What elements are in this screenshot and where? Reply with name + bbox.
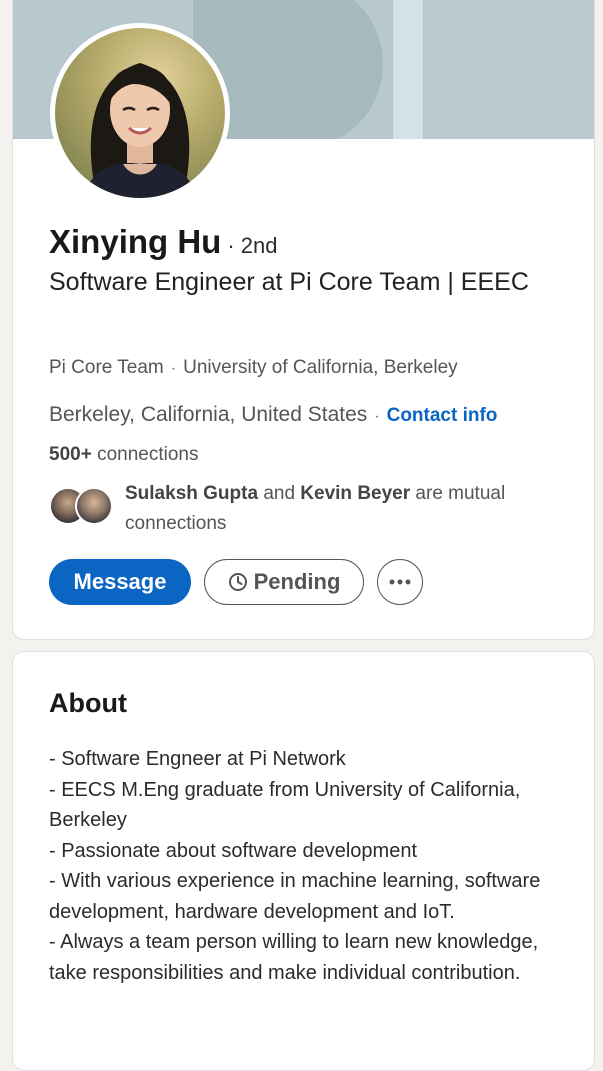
message-button[interactable]: Message bbox=[49, 559, 191, 605]
mutual-name-1: Sulaksh Gupta bbox=[125, 483, 259, 504]
profile-card: Xinying Hu · 2nd Software Engineer at Pi… bbox=[12, 0, 595, 640]
location-row: Berkeley, California, United States · Co… bbox=[49, 403, 497, 427]
education-link[interactable]: University of California, Berkeley bbox=[183, 357, 458, 378]
clock-icon bbox=[228, 572, 248, 592]
connections-label: connections bbox=[97, 444, 199, 465]
about-line: - EECS M.Eng graduate from University of… bbox=[49, 778, 521, 832]
about-card: About - Software Engneer at Pi Network -… bbox=[12, 651, 595, 1071]
headline-text: Software Engineer at Pi Core Team | EEEC bbox=[49, 268, 529, 296]
current-company-link[interactable]: Pi Core Team bbox=[49, 357, 164, 378]
separator-dot: · bbox=[170, 360, 177, 377]
mutual-connections-text: Sulaksh Gupta and Kevin Beyer are mutual… bbox=[125, 479, 565, 539]
contact-info-link[interactable]: Contact info bbox=[387, 405, 498, 427]
profile-actions: Message Pending bbox=[49, 559, 423, 605]
separator-dot-2: · bbox=[374, 408, 380, 425]
profile-photo-icon bbox=[81, 63, 199, 198]
banner-panel bbox=[425, 0, 594, 139]
connection-degree: · 2nd bbox=[227, 233, 278, 258]
about-line: - Always a team person willing to learn … bbox=[49, 931, 539, 984]
connections-number: 500+ bbox=[49, 444, 92, 465]
location-text: Berkeley, California, United States bbox=[49, 403, 368, 426]
about-title: About bbox=[49, 688, 127, 718]
name-row: Xinying Hu · 2nd bbox=[49, 223, 278, 261]
mutual-avatar-2 bbox=[75, 487, 113, 525]
about-line: - Software Engneer at Pi Network bbox=[49, 748, 346, 770]
about-line: - With various experience in machine lea… bbox=[49, 870, 541, 923]
mutual-connections[interactable]: Sulaksh Gupta and Kevin Beyer are mutual… bbox=[49, 479, 569, 534]
mutual-and: and bbox=[263, 483, 296, 504]
profile-headline: Software Engineer at Pi Core Team | EEEC bbox=[49, 265, 569, 300]
profile-name: Xinying Hu bbox=[49, 223, 222, 260]
pending-button[interactable]: Pending bbox=[204, 559, 364, 605]
mutual-name-2: Kevin Beyer bbox=[300, 483, 411, 504]
company-school-row: Pi Core Team · University of California, B… bbox=[49, 357, 458, 379]
more-icon bbox=[389, 579, 411, 585]
more-actions-button[interactable] bbox=[377, 559, 423, 605]
about-line: - Passionate about software development bbox=[49, 839, 417, 862]
pending-label: Pending bbox=[253, 569, 341, 594]
banner-stripe bbox=[393, 0, 423, 139]
about-text[interactable]: - Software Engneer at Pi Network - EECS … bbox=[49, 744, 569, 988]
connections-count[interactable]: 500+ connections bbox=[49, 444, 198, 466]
profile-avatar[interactable] bbox=[50, 23, 230, 203]
